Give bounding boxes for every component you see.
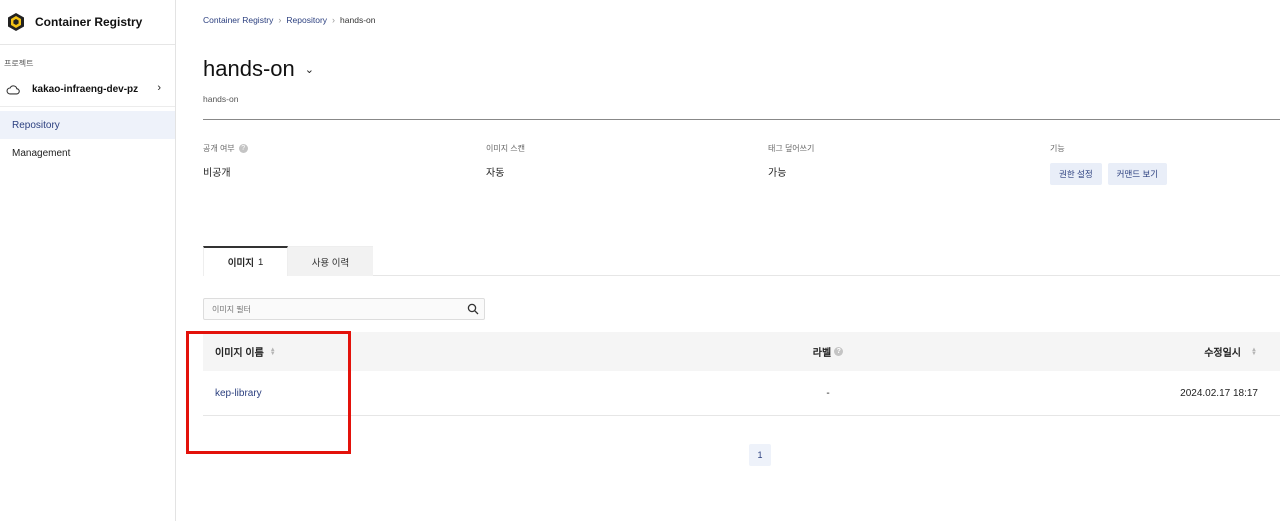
breadcrumb-repository[interactable]: Repository [286, 15, 327, 25]
app-title: Container Registry [35, 15, 143, 29]
search-icon[interactable] [467, 303, 479, 315]
permission-settings-button[interactable]: 권한 설정 [1050, 163, 1102, 185]
image-scan-info: 이미지 스캔 자동 [486, 143, 525, 179]
help-icon[interactable]: ? [834, 347, 844, 356]
tag-overwrite-label: 태그 덮어쓰기 [768, 144, 815, 153]
breadcrumb-separator-icon: › [278, 15, 282, 25]
tag-overwrite-value: 가능 [768, 168, 787, 179]
breadcrumb: Container Registry › Repository › hands-… [203, 15, 375, 25]
view-command-button[interactable]: 커맨드 보기 [1107, 163, 1168, 185]
image-scan-value: 자동 [486, 168, 505, 179]
header-image-name[interactable]: 이미지 이름 ▲ ▼ [203, 344, 763, 360]
header-label-text: 라벨 [812, 348, 832, 359]
image-scan-label: 이미지 스캔 [486, 144, 526, 153]
row-updated: 2024.02.17 18:17 [1180, 387, 1258, 399]
row-label: - [826, 387, 830, 399]
main-content: Container Registry › Repository › hands-… [176, 0, 1280, 521]
tab-usage-history[interactable]: 사용 이력 [288, 246, 373, 276]
page-title-text: hands-on [203, 56, 295, 81]
tab-bar: 이미지 1 사용 이력 [203, 246, 1280, 276]
breadcrumb-current: hands-on [340, 15, 376, 25]
visibility-info: 공개 여부 ? 비공개 [203, 143, 248, 179]
header-divider [203, 119, 1280, 120]
tab-images-label: 이미지 [227, 258, 254, 269]
tab-images[interactable]: 이미지 1 [203, 246, 288, 276]
sidebar-item-repository[interactable]: Repository [0, 111, 175, 139]
tag-overwrite-info: 태그 덮어쓰기 가능 [768, 143, 814, 179]
help-icon[interactable]: ? [238, 144, 248, 153]
visibility-value: 비공개 [203, 168, 231, 179]
functions-label: 기능 [1050, 144, 1065, 153]
header-updated[interactable]: 수정일시 ▲ ▼ [893, 344, 1280, 360]
container-registry-logo-icon [8, 13, 24, 31]
page-subtitle: hands-on [203, 94, 239, 104]
header-label: 라벨 ? [763, 344, 893, 359]
project-section-label: 프로젝트 [4, 59, 34, 68]
sort-icon[interactable]: ▲ ▼ [270, 347, 277, 357]
brand-header[interactable]: Container Registry [0, 0, 175, 45]
table-header: 이미지 이름 ▲ ▼ 라벨 ? 수정일시 ▲ ▼ [203, 332, 1280, 371]
page-title[interactable]: hands-on ⌄ [203, 56, 314, 82]
table-row: kep-library - 2024.02.17 18:17 [203, 371, 1280, 416]
functions-info: 기능 권한 설정 커맨드 보기 [1050, 143, 1168, 185]
sidebar: Container Registry 프로젝트 kakao-infraeng-d… [0, 0, 176, 521]
breadcrumb-container-registry[interactable]: Container Registry [203, 15, 273, 25]
chevron-down-icon[interactable]: ⌄ [305, 63, 314, 76]
image-filter-input[interactable] [204, 299, 444, 320]
image-filter [203, 298, 485, 320]
visibility-label: 공개 여부 [203, 144, 235, 153]
sort-icon[interactable]: ▲ ▼ [1251, 347, 1258, 357]
image-name-link[interactable]: kep-library [215, 388, 262, 399]
pagination-page-1[interactable]: 1 [749, 444, 771, 466]
image-table: 이미지 이름 ▲ ▼ 라벨 ? 수정일시 ▲ ▼ kep-library - 202… [203, 332, 1280, 416]
header-updated-label: 수정일시 [1204, 348, 1241, 359]
tab-images-count: 1 [257, 256, 264, 268]
header-image-name-label: 이미지 이름 [215, 348, 264, 359]
sidebar-item-management[interactable]: Management [0, 139, 175, 167]
chevron-right-icon: › [157, 82, 161, 94]
project-selector[interactable]: kakao-infraeng-dev-pz › [0, 73, 175, 107]
cloud-icon [6, 84, 20, 94]
project-name: kakao-infraeng-dev-pz [32, 84, 139, 95]
breadcrumb-separator-icon: › [332, 15, 336, 25]
